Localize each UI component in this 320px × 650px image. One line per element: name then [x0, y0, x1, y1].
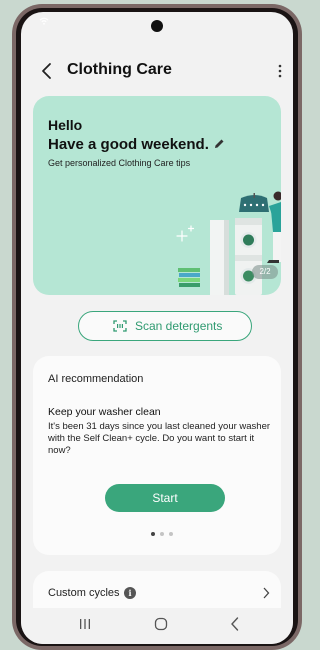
ai-card-description: It's been 31 days since you last cleaned…: [48, 421, 271, 456]
front-camera: [151, 20, 163, 32]
pager-dot[interactable]: [169, 532, 173, 536]
chevron-right-icon: [263, 587, 270, 599]
more-vert-icon[interactable]: [274, 62, 286, 80]
system-nav-bar: [21, 608, 293, 644]
hero-card[interactable]: Hello Have a good weekend. Get personali…: [33, 96, 281, 295]
scan-detergents-label: Scan detergents: [135, 319, 223, 333]
app-bar: Clothing Care: [21, 54, 293, 88]
pager-dots: [151, 532, 181, 538]
nav-recent-icon[interactable]: [77, 617, 93, 631]
ai-recommendation-card: AI recommendation Keep your washer clean…: [33, 356, 281, 555]
screen: Clothing Care Hello Have a good weekend.…: [21, 12, 293, 644]
pager-dot[interactable]: [160, 532, 164, 536]
ai-card-title: Keep your washer clean: [48, 406, 161, 418]
custom-cycles-label: Custom cycles: [48, 587, 120, 599]
nav-back-icon[interactable]: [229, 616, 241, 632]
nav-home-icon[interactable]: [153, 616, 169, 632]
info-icon[interactable]: i: [124, 587, 136, 599]
scan-barcode-icon: [113, 320, 127, 332]
hero-message: Have a good weekend.: [48, 136, 209, 153]
hero-tips: Get personalized Clothing Care tips: [48, 158, 191, 168]
hero-greeting: Hello: [48, 117, 83, 133]
edit-pencil-icon[interactable]: [212, 137, 226, 151]
wifi-icon: [39, 17, 49, 25]
start-button[interactable]: Start: [105, 484, 225, 512]
pager-dot[interactable]: [151, 532, 155, 536]
scan-detergents-button[interactable]: Scan detergents: [78, 311, 252, 341]
back-icon[interactable]: [40, 62, 54, 80]
ai-card-header: AI recommendation: [48, 373, 144, 385]
page-indicator-badge: 2/2: [252, 265, 278, 279]
page-title: Clothing Care: [67, 61, 172, 78]
